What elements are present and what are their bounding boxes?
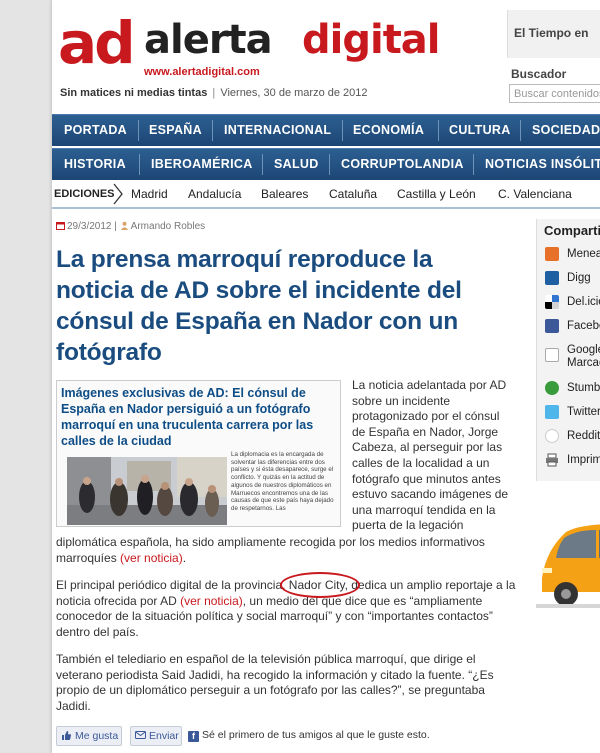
reddit-icon (545, 429, 559, 443)
calendar-icon (56, 222, 65, 230)
image-headline: Imágenes exclusivas de AD: El cónsul de … (61, 386, 314, 448)
share-sidebar-title: Compartir (544, 223, 600, 238)
nav-historia[interactable]: HISTORIA (64, 149, 126, 180)
ver-noticia-link[interactable]: (ver noticia) (120, 551, 183, 565)
paragraph-1-end: . (182, 550, 187, 565)
nav-iberoamerica[interactable]: IBEROAMÉRICA (151, 149, 253, 180)
stumbleupon-icon (545, 381, 559, 395)
like-button[interactable]: Me gusta (56, 726, 122, 746)
nav-divider (473, 154, 474, 175)
social-text: Sé el primero de tus amigos al que le gu… (202, 729, 430, 741)
logo-word-digital[interactable]: digital (302, 20, 441, 60)
edition-castilla-leon[interactable]: Castilla y León (397, 181, 476, 207)
share-label: Del.icio.us (567, 296, 600, 308)
share-label: StumbleUpon (567, 382, 600, 394)
share-label-2: Marcadores (567, 357, 600, 369)
user-icon (120, 221, 128, 230)
nav-noticias-insolitas[interactable]: NOTICIAS INSÓLITAS (485, 149, 600, 180)
article-meta: 29/3/2012 | Armando Robles (56, 221, 205, 232)
highlight-circle (280, 572, 360, 598)
nav-economia[interactable]: ECONOMÍA (353, 115, 424, 146)
nav-divider (262, 154, 263, 175)
site-header: ad alerta digital www.alertadigital.com … (52, 0, 600, 112)
logo-word-alerta[interactable]: alerta (144, 20, 273, 60)
nav-divider (138, 120, 139, 141)
tagline-text: Sin matices ni medias tintas (60, 87, 208, 99)
nav-espana[interactable]: ESPAÑA (149, 115, 202, 146)
share-label: Imprimir (567, 454, 600, 466)
edition-cataluna[interactable]: Cataluña (329, 181, 377, 207)
nav-divider (139, 154, 140, 175)
like-label: Me gusta (75, 730, 119, 742)
send-button[interactable]: Enviar (130, 726, 182, 746)
share-sidebar: Compartir Meneame Digg Del.icio.us Faceb… (536, 219, 600, 481)
secondary-nav: HISTORIA IBEROAMÉRICA SALUD CORRUPTOLAND… (52, 148, 600, 180)
paragraph-1-bottom: diplomática española, ha sido ampliament… (56, 535, 514, 566)
chevron-right-icon (113, 183, 123, 205)
nav-divider (342, 120, 343, 141)
primary-nav: PORTADA ESPAÑA INTERNACIONAL ECONOMÍA CU… (52, 114, 600, 146)
facebook-social-text: f Sé el primero de tus amigos al que le g… (188, 729, 430, 742)
logo-url: www.alertadigital.com (144, 66, 260, 78)
image-body-text: La diplomacia es la encargada de solvent… (231, 451, 334, 512)
nav-internacional[interactable]: INTERNACIONAL (224, 115, 331, 146)
digg-icon (545, 271, 559, 285)
send-icon (135, 731, 146, 739)
nav-divider (438, 120, 439, 141)
thumbs-up-icon (62, 731, 72, 740)
share-label: Meneame (567, 248, 600, 260)
weather-label[interactable]: El Tiempo en (514, 26, 588, 40)
share-label: Google (567, 344, 600, 356)
nav-divider (520, 120, 521, 141)
article-title: La prensa marroquí reproduce la noticia … (56, 246, 462, 366)
meneame-icon (545, 247, 559, 261)
facebook-icon: f (188, 731, 199, 742)
nav-cultura[interactable]: CULTURA (449, 115, 511, 146)
facebook-icon (545, 319, 559, 333)
share-label: Digg (567, 272, 591, 284)
header-date: Viernes, 30 de marzo de 2012 (220, 87, 368, 99)
twitter-icon (545, 405, 559, 419)
article-date: 29/3/2012 (67, 221, 112, 232)
editions-label: EDICIONES (54, 188, 115, 200)
nav-divider (329, 154, 330, 175)
nav-corruptolandia[interactable]: CORRUPTOLANDIA (341, 149, 464, 180)
editions-bar: EDICIONES Madrid Andalucía Baleares Cata… (52, 181, 600, 209)
share-label: Twitter (567, 406, 600, 418)
article-image[interactable]: Imágenes exclusivas de AD: El cónsul de … (56, 380, 341, 527)
paragraph-3: También el telediario en español de la t… (56, 652, 494, 713)
nav-sociedad[interactable]: SOCIEDAD (532, 115, 600, 146)
page: ad alerta digital www.alertadigital.com … (52, 0, 600, 753)
nav-portada[interactable]: PORTADA (64, 115, 127, 146)
logo-ad-mark[interactable]: ad (58, 14, 136, 72)
meta-separator: | (114, 221, 117, 232)
edition-c-valenciana[interactable]: C. Valenciana (498, 181, 572, 207)
nav-salud[interactable]: SALUD (274, 149, 319, 180)
share-label: Reddit (567, 430, 600, 442)
nav-divider (212, 120, 213, 141)
tagline-separator: | (212, 87, 216, 99)
edition-andalucia[interactable]: Andalucía (188, 181, 241, 207)
share-label: Facebook (567, 320, 600, 332)
search-input[interactable] (509, 84, 600, 103)
tagline: Sin matices ni medias tintas | Viernes, … (60, 87, 368, 99)
print-icon (546, 453, 558, 467)
paragraph-1-top: La noticia adelantada por AD sobre un in… (352, 378, 509, 533)
article-author[interactable]: Armando Robles (131, 221, 205, 232)
google-icon (545, 348, 559, 362)
street-photo (67, 457, 227, 525)
ver-noticia-link-2[interactable]: (ver noticia) (180, 594, 243, 608)
edition-madrid[interactable]: Madrid (131, 181, 168, 207)
delicious-icon (545, 295, 559, 309)
paragraph-2-start: El principal periódico digital de la pro… (56, 578, 289, 592)
edition-baleares[interactable]: Baleares (261, 181, 308, 207)
search-label: Buscador (511, 67, 567, 81)
car-advertisement[interactable] (536, 500, 600, 620)
send-label: Enviar (149, 730, 179, 742)
weather-box: El Tiempo en (507, 10, 600, 58)
